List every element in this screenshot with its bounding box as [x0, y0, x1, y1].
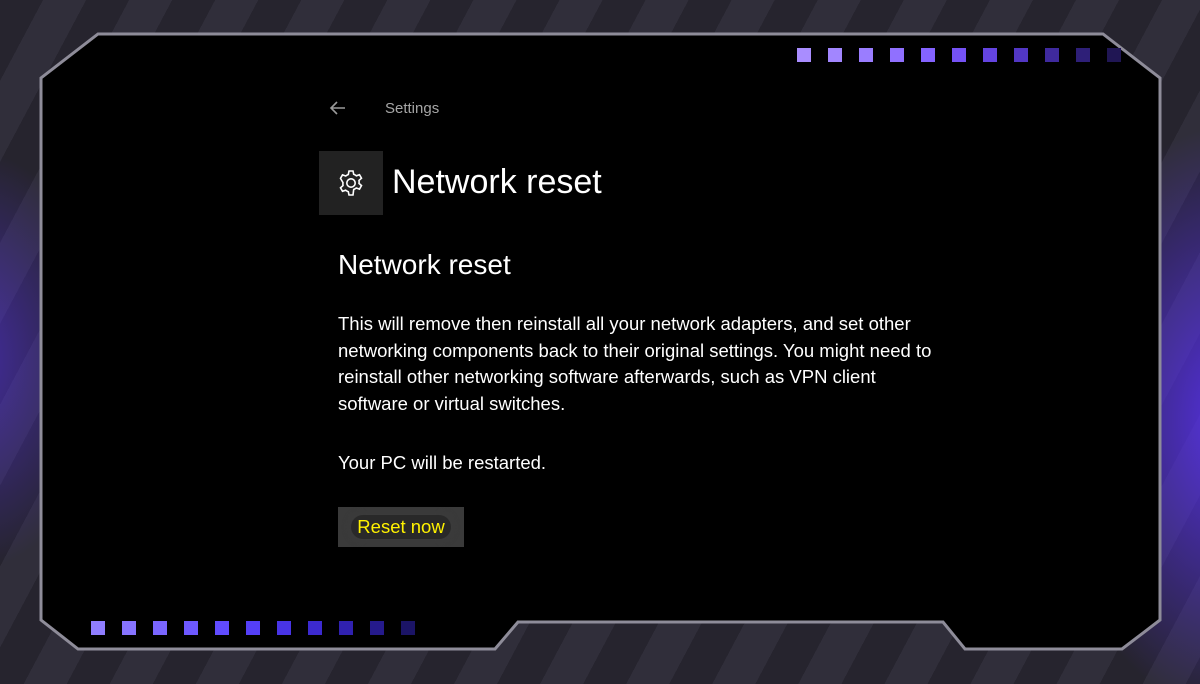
settings-window: Settings Network reset Network reset Thi…: [0, 0, 1200, 684]
reset-now-label: Reset now: [351, 515, 451, 539]
page-title: Network reset: [392, 163, 602, 201]
reset-now-button[interactable]: Reset now: [338, 507, 464, 547]
restart-note: Your PC will be restarted.: [338, 452, 547, 473]
gear-icon: [319, 151, 383, 215]
back-arrow-icon[interactable]: [327, 97, 349, 119]
breadcrumb: Settings: [385, 100, 440, 117]
section-description: This will remove then reinstall all your…: [338, 313, 932, 414]
section-title: Network reset: [338, 249, 511, 280]
